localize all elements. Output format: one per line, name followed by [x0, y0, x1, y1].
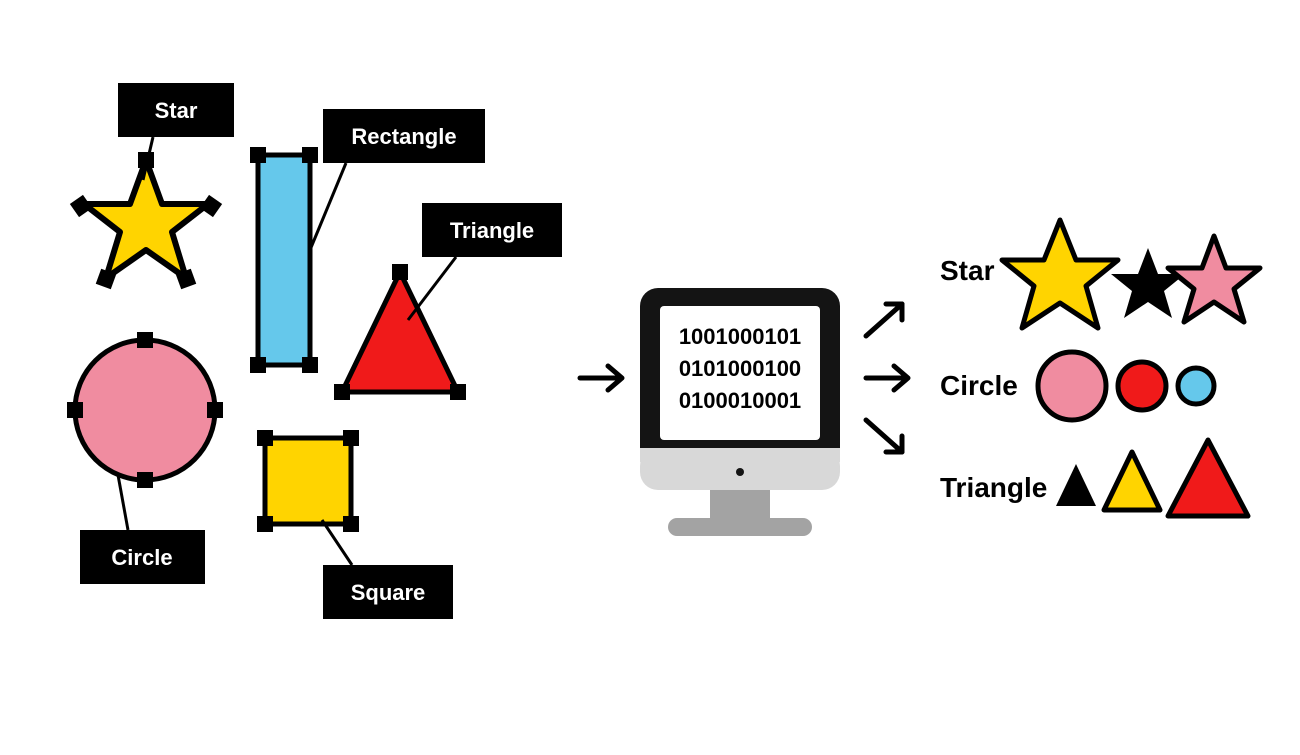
output-circle-label: Circle: [940, 370, 1018, 401]
training-triangle: Triangle: [334, 203, 562, 400]
triangle-icon: [1168, 440, 1248, 516]
training-circle: Circle: [67, 332, 223, 584]
output-triangle-row: Triangle: [940, 440, 1248, 516]
triangle-icon: [1104, 452, 1160, 510]
triangle-icon: [342, 272, 458, 392]
arrow-into-computer: [580, 366, 622, 390]
label-square: Square: [351, 580, 426, 605]
circle-icon: [75, 340, 215, 480]
star-icon: [1002, 220, 1118, 328]
binary-line-3: 0100010001: [679, 388, 801, 413]
label-star: Star: [155, 98, 198, 123]
diagram-canvas: Star Rectangle Triangle: [0, 0, 1300, 750]
rectangle-icon: [258, 155, 310, 365]
triangle-icon: [1056, 464, 1096, 506]
output-star-label: Star: [940, 255, 995, 286]
star-icon: [1168, 236, 1260, 322]
star-icon: [1111, 248, 1185, 318]
square-icon: [265, 438, 351, 524]
circle-icon: [1038, 352, 1106, 420]
label-circle: Circle: [111, 545, 172, 570]
circle-icon: [1118, 362, 1166, 410]
star-icon: [84, 160, 208, 278]
computer-icon: 1001000101 0101000100 0100010001: [640, 288, 840, 536]
binary-line-1: 1001000101: [679, 324, 801, 349]
binary-line-2: 0101000100: [679, 356, 801, 381]
label-triangle: Triangle: [450, 218, 534, 243]
output-triangle-label: Triangle: [940, 472, 1047, 503]
label-rectangle: Rectangle: [351, 124, 456, 149]
output-star-row: Star: [940, 220, 1260, 328]
training-star: Star: [70, 83, 234, 289]
output-circle-row: Circle: [940, 352, 1214, 420]
output-arrows: [866, 304, 908, 452]
circle-icon: [1178, 368, 1214, 404]
training-square: Square: [257, 430, 453, 619]
